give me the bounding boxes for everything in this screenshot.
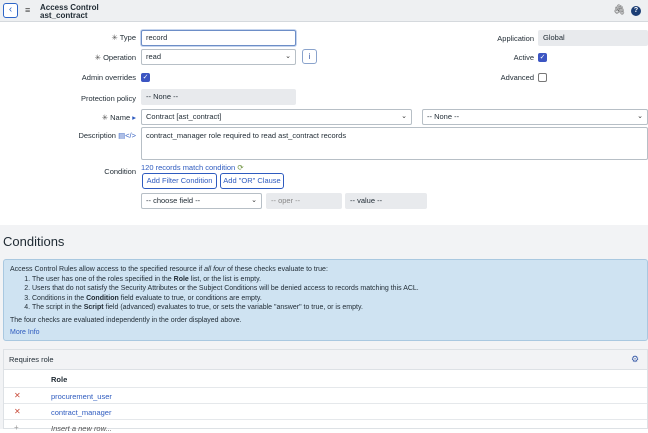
required-marker-icon: ✳ xyxy=(94,53,101,62)
gear-icon[interactable]: ⚙ xyxy=(631,354,639,365)
application-label: Application xyxy=(497,34,534,43)
choose-field-select[interactable]: -- choose field -- ⌄ xyxy=(141,193,262,209)
admin-overrides-label: Admin overrides xyxy=(81,73,136,82)
active-label: Active xyxy=(513,53,534,62)
chevron-down-icon: ⌄ xyxy=(401,113,407,120)
role-column-header[interactable]: Role xyxy=(51,375,67,384)
code-icon[interactable]: </> xyxy=(125,131,136,140)
required-marker-icon: ✳ xyxy=(101,113,109,122)
table-header-row xyxy=(4,370,647,388)
play-icon: ▸ xyxy=(132,113,136,122)
requires-role-list: Requires role ⚙ Role ✕ procurement_user … xyxy=(3,349,648,433)
type-field[interactable]: record xyxy=(141,30,296,46)
more-info-link[interactable]: More Info xyxy=(10,328,641,338)
add-filter-condition-button[interactable]: Add Filter Condition xyxy=(142,173,217,189)
condition-label: Condition xyxy=(104,167,136,176)
x-icon[interactable]: ✕ xyxy=(14,391,21,400)
protection-policy-field: -- None -- xyxy=(141,89,296,105)
admin-overrides-checkbox[interactable]: ✓ xyxy=(141,73,150,82)
add-or-clause-button[interactable]: Add "OR" Clause xyxy=(220,173,284,189)
operation-label: ✳ Operation xyxy=(94,53,136,62)
operator-select[interactable]: -- oper -- xyxy=(266,193,342,209)
list-item: The script in the Script field (advanced… xyxy=(32,303,641,313)
list-item: Users that do not satisfy the Security A… xyxy=(32,284,641,294)
info-checks-list: The user has one of the roles specified … xyxy=(10,275,641,313)
type-label: ✳ Type xyxy=(111,33,136,42)
advanced-checkbox[interactable] xyxy=(538,73,547,82)
help-circle-icon[interactable]: ? xyxy=(631,6,641,16)
description-textarea[interactable]: contract_manager role required to read a… xyxy=(141,127,648,160)
name-table-select[interactable]: Contract [ast_contract] ⌄ xyxy=(141,109,412,125)
info-footer: The four checks are evaluated independen… xyxy=(10,316,242,324)
operation-info-button[interactable]: i xyxy=(302,49,317,64)
value-field[interactable]: -- value -- xyxy=(345,193,427,209)
role-cell[interactable]: procurement_user xyxy=(51,392,112,401)
list-item: The user has one of the roles specified … xyxy=(32,275,641,285)
refresh-icon[interactable]: ⟳ xyxy=(237,163,243,172)
plus-icon: + xyxy=(14,423,19,432)
conditions-info-box: Access Control Rules allow access to the… xyxy=(3,259,648,341)
hamburger-icon[interactable]: ≡ xyxy=(25,6,30,15)
chevron-left-icon: ‹ xyxy=(8,4,13,15)
required-marker-icon: ✳ xyxy=(111,33,118,42)
application-field: Global xyxy=(538,30,648,46)
back-button[interactable]: ‹ xyxy=(3,3,18,18)
chevron-down-icon: ⌄ xyxy=(637,113,643,120)
advanced-label: Advanced xyxy=(500,73,534,82)
info-icon: i xyxy=(308,52,311,61)
role-cell[interactable]: contract_manager xyxy=(51,408,111,417)
active-checkbox[interactable]: ✓ xyxy=(538,53,547,62)
x-icon[interactable]: ✕ xyxy=(14,407,21,416)
header-record-name: ast_contract xyxy=(40,11,88,20)
name-label: ✳ Name ▸ xyxy=(101,113,136,122)
list-item: Conditions in the Condition field evalua… xyxy=(32,294,641,304)
records-match-link[interactable]: 120 records match condition ⟳ xyxy=(141,163,244,172)
related-list-header xyxy=(4,350,647,370)
description-label: Description ▤</> xyxy=(78,131,136,140)
conditions-heading: Conditions xyxy=(3,234,65,249)
name-field-select[interactable]: -- None -- ⌄ xyxy=(422,109,648,125)
info-intro: Access Control Rules allow access to the… xyxy=(10,266,328,273)
chevron-down-icon: ⌄ xyxy=(285,53,291,60)
paperclip-icon[interactable]: 🖇 xyxy=(613,5,626,16)
protection-policy-label: Protection policy xyxy=(80,94,136,103)
chevron-down-icon: ⌄ xyxy=(251,197,257,204)
operation-select[interactable]: read ⌄ xyxy=(141,49,296,65)
requires-role-title: Requires role xyxy=(9,355,54,364)
